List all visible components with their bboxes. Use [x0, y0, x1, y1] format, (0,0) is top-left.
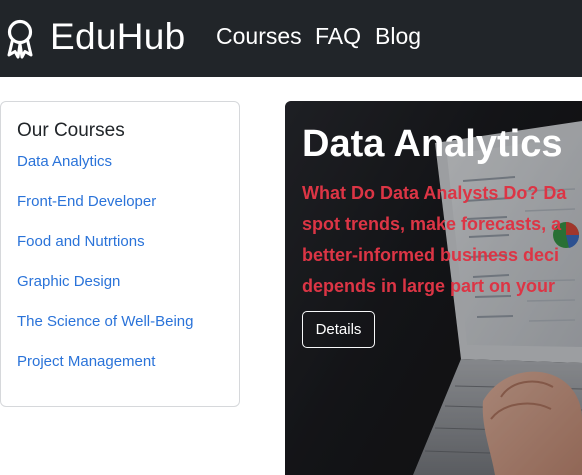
- hero-description-line: What Do Data Analysts Do? Da: [302, 183, 567, 203]
- nav-link-courses[interactable]: Courses: [216, 22, 302, 50]
- courses-card-title: Our Courses: [17, 120, 125, 141]
- award-icon[interactable]: [5, 19, 35, 59]
- details-button[interactable]: Details: [302, 311, 375, 348]
- nav-link-blog[interactable]: Blog: [375, 22, 421, 50]
- course-link-front-end-developer[interactable]: Front-End Developer: [17, 192, 156, 212]
- hero-title: Data Analytics: [302, 123, 563, 165]
- hero-description: What Do Data Analysts Do? Da spot trends…: [302, 178, 582, 302]
- course-link-project-management[interactable]: Project Management: [17, 352, 155, 372]
- course-link-food-and-nutrtions[interactable]: Food and Nutrtions: [17, 232, 145, 252]
- nav-link-faq[interactable]: FAQ: [315, 22, 361, 50]
- course-link-science-of-well-being[interactable]: The Science of Well-Being: [17, 312, 193, 332]
- hero-description-line: better-informed business deci: [302, 245, 560, 265]
- brand-name[interactable]: EduHub: [50, 14, 186, 60]
- hero-description-line: depends in large part on your: [302, 276, 556, 296]
- hero-description-line: spot trends, make forecasts, a: [302, 214, 562, 234]
- course-link-data-analytics[interactable]: Data Analytics: [17, 152, 112, 172]
- course-link-graphic-design[interactable]: Graphic Design: [17, 272, 120, 292]
- top-navbar: EduHub Courses FAQ Blog: [0, 0, 582, 77]
